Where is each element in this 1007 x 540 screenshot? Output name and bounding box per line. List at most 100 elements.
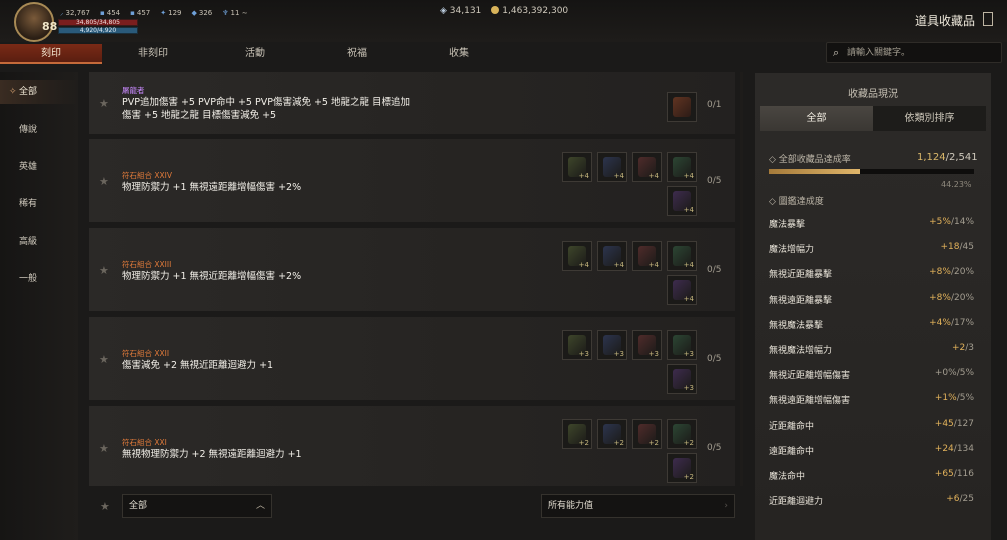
favorite-star-icon[interactable]: ★ bbox=[99, 264, 109, 277]
stat-row: 近距離迴避力 +6/25 bbox=[769, 490, 974, 506]
stat-6: ♆ 11 ∼ bbox=[222, 9, 248, 17]
sidebar-item-all[interactable]: ✧ 全部 bbox=[0, 80, 78, 104]
stat-name: 無視近距離暴擊 bbox=[769, 270, 833, 281]
completion-progress-fill bbox=[769, 169, 860, 174]
panel-tabs: 全部 依類別排序 bbox=[760, 106, 986, 131]
enchant-level: +3 bbox=[648, 350, 659, 358]
rune-item-slot[interactable]: +2 bbox=[667, 419, 697, 449]
collection-effect: 無視物理防禦力 +2 無視遠距離迴避力 +1 bbox=[122, 449, 302, 460]
sidebar-item-advanced[interactable]: 高級 bbox=[0, 230, 78, 254]
rune-item-slot[interactable]: +4 bbox=[667, 275, 697, 305]
stat-value: +6/25 bbox=[946, 494, 974, 505]
rune-item-slot[interactable]: +4 bbox=[597, 152, 627, 182]
search-icon: ⌕ bbox=[833, 46, 840, 59]
rune-item-slot[interactable]: +3 bbox=[562, 330, 592, 360]
list-scrollbar[interactable] bbox=[740, 72, 743, 486]
tab-non-engraved[interactable]: 非刻印 bbox=[102, 44, 204, 64]
collection-row[interactable]: ★ 符石組合 XXI 無視物理防禦力 +2 無視遠距離迴避力 +1 +2 +2 +2 +2 +… bbox=[89, 406, 735, 486]
collection-effect: 物理防禦力 +1 無視遠距離增幅傷害 +2% bbox=[122, 182, 302, 193]
sidebar-item-legend[interactable]: 傳說 bbox=[0, 118, 78, 142]
hp-bar: 34,805/34,805 bbox=[58, 19, 138, 26]
stat-value: +1%/5% bbox=[934, 393, 974, 404]
favorite-star-icon[interactable]: ★ bbox=[99, 442, 109, 455]
search-input[interactable] bbox=[847, 45, 997, 60]
enchant-level: +4 bbox=[683, 261, 694, 269]
collection-effect: 物理防禦力 +1 無視近距離增幅傷害 +2% bbox=[122, 271, 302, 282]
collection-row[interactable]: ★ 符石組合 XXIII 物理防禦力 +1 無視近距離增幅傷害 +2% +4 +4 +4 +… bbox=[89, 228, 735, 311]
enchant-level: +4 bbox=[648, 172, 659, 180]
mp-bar: 4,920/4,920 bbox=[58, 27, 138, 34]
collection-count: 0/5 bbox=[707, 176, 722, 186]
stat-name: 近距離命中 bbox=[769, 421, 815, 432]
section-label: ◇ 圖鑑達成度 bbox=[769, 197, 824, 207]
enchant-level: +2 bbox=[648, 439, 659, 447]
enchant-level: +2 bbox=[613, 439, 624, 447]
rune-item-slot[interactable]: +4 bbox=[597, 241, 627, 271]
collection-row[interactable]: ★ 符石組合 XXIV 物理防禦力 +1 無視遠距離增幅傷害 +2% +4 +4 +4 +4… bbox=[89, 139, 735, 222]
favorite-star-icon[interactable]: ★ bbox=[99, 175, 109, 188]
rune-item-slot[interactable]: +3 bbox=[667, 330, 697, 360]
stat-row: 無視近距離增幅傷害 +0%/5% bbox=[769, 364, 974, 384]
enchant-level: +4 bbox=[613, 261, 624, 269]
tab-engraved[interactable]: 刻印 bbox=[0, 44, 102, 64]
collection-count: 0/1 bbox=[707, 100, 722, 110]
collection-row[interactable]: ★ 符石組合 XXII 傷害減免 +2 無視近距離迴避力 +1 +3 +3 +3 +3 +3 0… bbox=[89, 317, 735, 400]
completion-rate-value: 1,124/2,541 bbox=[917, 152, 978, 163]
stat-name: 無視遠距離暴擊 bbox=[769, 295, 833, 306]
sidebar-item-rare[interactable]: 稀有 bbox=[0, 192, 78, 216]
magic-icon: ✦ bbox=[160, 9, 167, 17]
stat-5: ◆ 326 bbox=[191, 9, 213, 17]
sidebar-item-hero[interactable]: 英雄 bbox=[0, 155, 78, 179]
rune-item-slot[interactable]: +4 bbox=[632, 152, 662, 182]
item-slot[interactable] bbox=[667, 92, 697, 122]
sidebar-item-normal[interactable]: 一般 bbox=[0, 267, 78, 291]
tab-sort-by-category[interactable]: 依類別排序 bbox=[873, 106, 986, 131]
rune-item-slot[interactable]: +2 bbox=[597, 419, 627, 449]
main-tabs: 刻印 非刻印 活動 祝福 收集 bbox=[0, 44, 520, 64]
tab-all[interactable]: 全部 bbox=[760, 106, 873, 131]
favorite-filter-star-icon[interactable]: ★ bbox=[100, 500, 110, 513]
grade-filter-value: 全部 bbox=[129, 501, 148, 511]
rune-item-slot[interactable]: +4 bbox=[667, 186, 697, 216]
stat-row: 近距離命中 +45/127 bbox=[769, 415, 974, 435]
stat-value: +8%/20% bbox=[929, 267, 974, 278]
favorite-star-icon[interactable]: ★ bbox=[99, 97, 109, 110]
enchant-level: +4 bbox=[683, 295, 694, 303]
rune-item-slot[interactable]: +3 bbox=[597, 330, 627, 360]
sword-icon: ⸝ bbox=[60, 9, 64, 17]
gold-coin-icon bbox=[491, 6, 500, 14]
rune-item-slot[interactable]: +3 bbox=[667, 364, 697, 394]
enchant-level: +3 bbox=[683, 384, 694, 392]
rune-item-slot[interactable]: +2 bbox=[632, 419, 662, 449]
collection-row[interactable]: ★ 屠龍者 PVP追加傷害 +5 PVP命中 +5 PVP傷害減免 +5 地龍之龍 … bbox=[89, 72, 735, 134]
chevron-up-icon: ︿ bbox=[255, 501, 265, 511]
favorite-star-icon[interactable]: ★ bbox=[99, 353, 109, 366]
rune-item-slot[interactable]: +3 bbox=[632, 330, 662, 360]
grade-filter-dropdown[interactable]: 全部 ︿ bbox=[122, 494, 272, 518]
rune-item-slot[interactable]: +4 bbox=[667, 241, 697, 271]
stat-value: +8%/20% bbox=[929, 292, 974, 303]
currency: ◈ 34,131 1,463,392,300 bbox=[440, 6, 568, 16]
stat-4: ✦ 129 bbox=[160, 9, 182, 17]
rune-item-slot[interactable]: +4 bbox=[632, 241, 662, 271]
tab-blessing[interactable]: 祝福 bbox=[306, 44, 408, 64]
ability-filter-dropdown[interactable]: 所有能力值 › bbox=[541, 494, 735, 518]
tab-collect[interactable]: 收集 bbox=[408, 44, 510, 64]
stat-name: 魔法暴擊 bbox=[769, 220, 806, 230]
collection-count: 0/5 bbox=[707, 265, 722, 275]
shield-icon: ▪ bbox=[100, 9, 105, 17]
tab-event[interactable]: 活動 bbox=[204, 44, 306, 64]
stat-3: ▪ 457 bbox=[130, 9, 151, 17]
rune-item-slot[interactable]: +2 bbox=[667, 453, 697, 483]
search-box[interactable]: ⌕ bbox=[826, 42, 1002, 63]
rune-item-slot[interactable]: +4 bbox=[562, 152, 592, 182]
gold-amount: 1,463,392,300 bbox=[491, 6, 568, 16]
stat-value: +2/3 bbox=[951, 343, 974, 353]
stat-row: 無視近距離暴擊 +8%/20% bbox=[769, 263, 974, 283]
enchant-level: +4 bbox=[648, 261, 659, 269]
enchant-level: +4 bbox=[578, 261, 589, 269]
rune-item-slot[interactable]: +4 bbox=[667, 152, 697, 182]
rune-item-slot[interactable]: +4 bbox=[562, 241, 592, 271]
book-icon[interactable] bbox=[983, 12, 993, 26]
rune-item-slot[interactable]: +2 bbox=[562, 419, 592, 449]
